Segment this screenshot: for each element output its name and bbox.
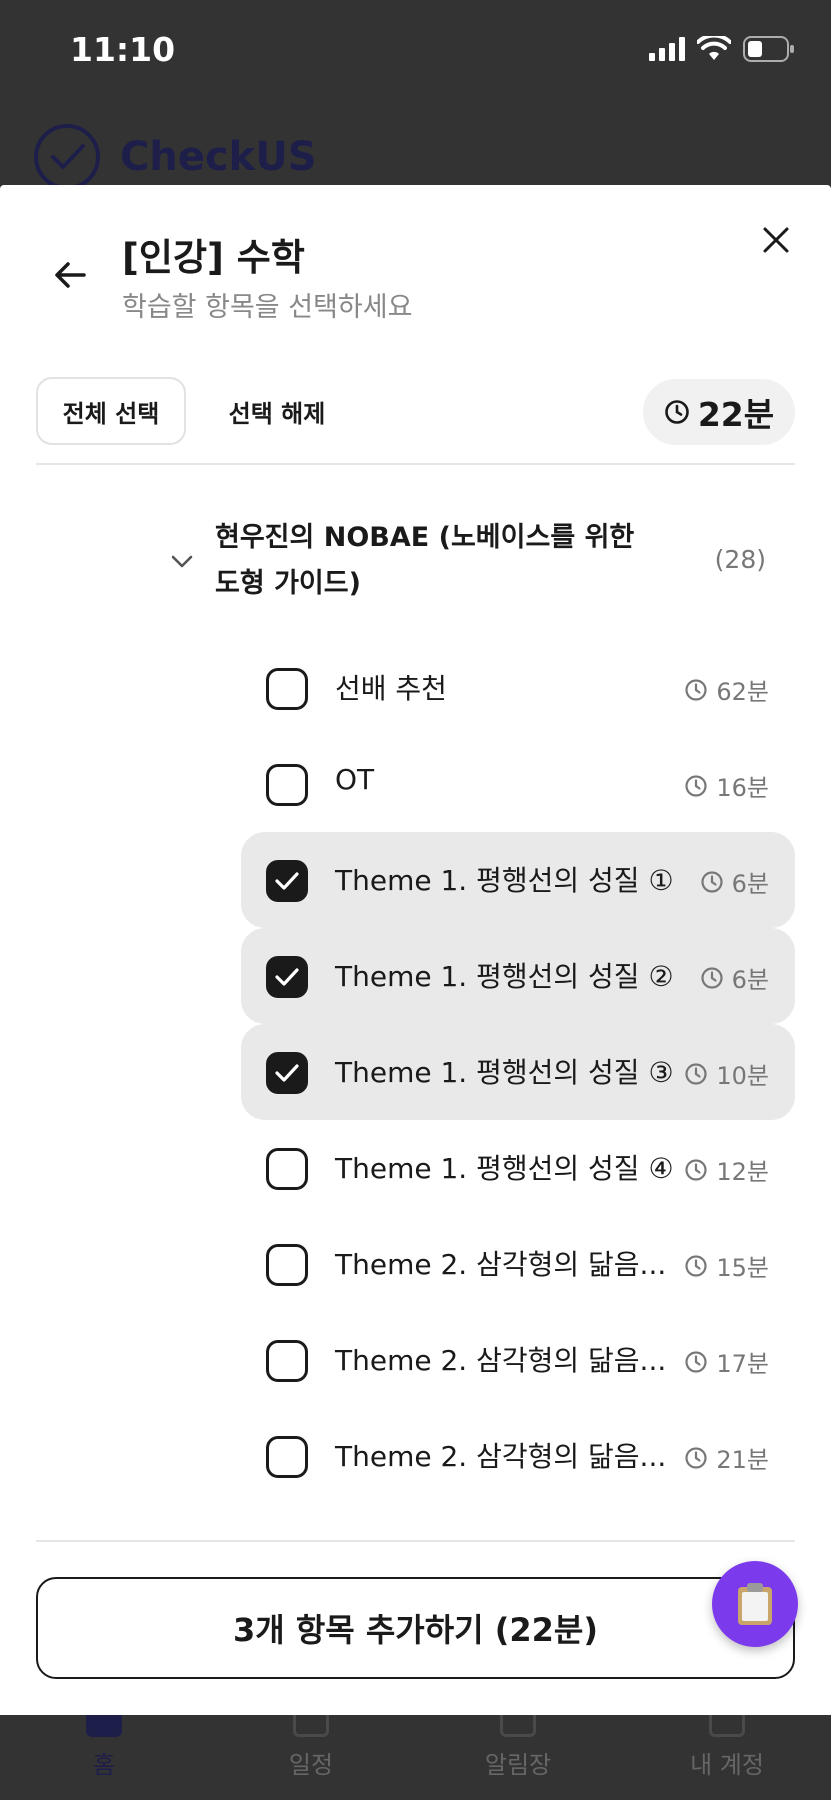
item-duration-value: 21분	[716, 1446, 769, 1474]
group-header[interactable]: 현우진의 NOBAE (노베이스를 위한 도형 가이드) (28)	[160, 515, 780, 615]
checkbox[interactable]	[266, 764, 308, 806]
tab-icon	[500, 1715, 536, 1737]
select-all-button[interactable]: 전체 선택	[36, 377, 186, 445]
clock-icon	[701, 870, 723, 893]
tab-item[interactable]: 내 계정	[623, 1715, 831, 1800]
tab-item[interactable]: 일정	[207, 1715, 415, 1800]
item-duration-value: 15분	[716, 1254, 769, 1282]
clipboard-fab[interactable]	[712, 1561, 798, 1647]
list-item[interactable]: Theme 2. 삼각형의 닮음... 15분	[241, 1216, 795, 1312]
item-label: Theme 2. 삼각형의 닮음...	[335, 1248, 667, 1281]
list-item[interactable]: Theme 1. 평행선의 성질 ③ 10분	[241, 1024, 795, 1120]
checkbox[interactable]	[266, 668, 308, 710]
clock-icon	[685, 1062, 707, 1085]
item-duration: 6분	[700, 864, 769, 899]
wifi-icon	[697, 36, 731, 60]
tab-item[interactable]: 알림장	[414, 1715, 622, 1800]
item-label: Theme 1. 평행선의 성질 ④	[335, 1152, 674, 1185]
item-duration: 21분	[684, 1440, 769, 1475]
item-label: Theme 2. 삼각형의 닮음...	[335, 1440, 667, 1473]
list-item[interactable]: OT 16분	[241, 736, 795, 832]
item-label: Theme 1. 평행선의 성질 ②	[335, 960, 674, 993]
status-bar: 11:10	[0, 0, 831, 100]
item-duration-value: 10분	[716, 1062, 769, 1090]
signal-icon	[649, 37, 685, 61]
add-items-button[interactable]: 3개 항목 추가하기 (22분)	[36, 1577, 795, 1679]
item-duration: 6분	[700, 960, 769, 995]
checkbox[interactable]	[266, 1244, 308, 1286]
checkmark-icon	[275, 1064, 299, 1082]
item-duration-value: 16분	[716, 774, 769, 802]
checkbox-checked[interactable]	[266, 956, 308, 998]
total-duration-badge: 22분	[643, 379, 795, 445]
tab-label: 일정	[288, 1751, 334, 1779]
item-duration-value: 6분	[731, 870, 769, 898]
tab-icon	[293, 1715, 329, 1737]
item-label: 선배 추천	[335, 672, 447, 705]
item-duration: 16분	[684, 768, 769, 803]
item-duration: 62분	[684, 672, 769, 707]
divider	[36, 463, 795, 465]
item-duration: 10분	[684, 1056, 769, 1091]
status-time: 11:10	[70, 30, 176, 69]
list-item[interactable]: Theme 1. 평행선의 성질 ① 6분	[241, 832, 795, 928]
divider	[36, 1540, 795, 1542]
item-duration-value: 6분	[731, 966, 769, 994]
item-label: Theme 1. 평행선의 성질 ③	[335, 1056, 674, 1089]
item-duration-value: 12분	[716, 1158, 769, 1186]
list-item[interactable]: 선배 추천 62분	[241, 640, 795, 736]
item-duration: 17분	[684, 1344, 769, 1379]
chevron-down-icon[interactable]	[170, 553, 194, 569]
sheet-title: [인강] 수학	[122, 236, 305, 279]
clock-icon	[685, 774, 707, 797]
list-item[interactable]: Theme 1. 평행선의 성질 ② 6분	[241, 928, 795, 1024]
clock-icon	[665, 400, 689, 424]
clock-icon	[701, 966, 723, 989]
back-arrow-icon[interactable]	[50, 255, 90, 295]
tab-icon	[86, 1715, 122, 1737]
battery-icon	[743, 36, 794, 62]
clock-icon	[685, 678, 707, 701]
status-icons	[649, 36, 795, 62]
group-title: 현우진의 NOBAE (노베이스를 위한 도형 가이드)	[215, 522, 635, 599]
item-label: OT	[335, 763, 375, 796]
item-duration: 12분	[684, 1152, 769, 1187]
select-items-sheet: [인강] 수학 학습할 항목을 선택하세요 전체 선택 선택 해제 22분 현우…	[0, 185, 831, 1715]
clock-icon	[685, 1350, 707, 1373]
item-label: Theme 1. 평행선의 성질 ①	[335, 864, 674, 897]
tab-label: 내 계정	[690, 1751, 764, 1779]
item-duration: 15분	[684, 1248, 769, 1283]
clock-icon	[685, 1158, 707, 1181]
clock-icon	[685, 1446, 707, 1469]
tab-label: 홈	[92, 1751, 116, 1779]
checkmark-icon	[275, 968, 299, 986]
list-item[interactable]: Theme 2. 삼각형의 닮음... 21분	[241, 1408, 795, 1504]
item-duration-value: 17분	[716, 1350, 769, 1378]
checkus-logo-icon	[34, 124, 100, 190]
checkbox[interactable]	[266, 1148, 308, 1190]
checkbox-checked[interactable]	[266, 1052, 308, 1094]
bottom-tab-bar: 홈 일정 알림장 내 계정	[0, 1715, 831, 1800]
checkbox[interactable]	[266, 1436, 308, 1478]
tab-label: 알림장	[484, 1751, 552, 1779]
sheet-subtitle: 학습할 항목을 선택하세요	[122, 292, 413, 323]
checkbox[interactable]	[266, 1340, 308, 1382]
clock-icon	[685, 1254, 707, 1277]
item-label: Theme 2. 삼각형의 닮음...	[335, 1344, 667, 1377]
item-duration-value: 62분	[716, 678, 769, 706]
total-duration-value: 22분	[697, 395, 775, 434]
group-count: (28)	[714, 545, 766, 574]
background-brand-name: CheckUS	[120, 134, 317, 180]
close-icon[interactable]	[759, 223, 793, 257]
checkmark-icon	[275, 872, 299, 890]
deselect-all-button[interactable]: 선택 해제	[212, 377, 342, 445]
tab-icon	[709, 1715, 745, 1737]
list-item[interactable]: Theme 1. 평행선의 성질 ④ 12분	[241, 1120, 795, 1216]
checkbox-checked[interactable]	[266, 860, 308, 902]
clipboard-icon	[738, 1583, 772, 1625]
list-item[interactable]: Theme 2. 삼각형의 닮음... 17분	[241, 1312, 795, 1408]
tab-item[interactable]: 홈	[0, 1715, 208, 1800]
